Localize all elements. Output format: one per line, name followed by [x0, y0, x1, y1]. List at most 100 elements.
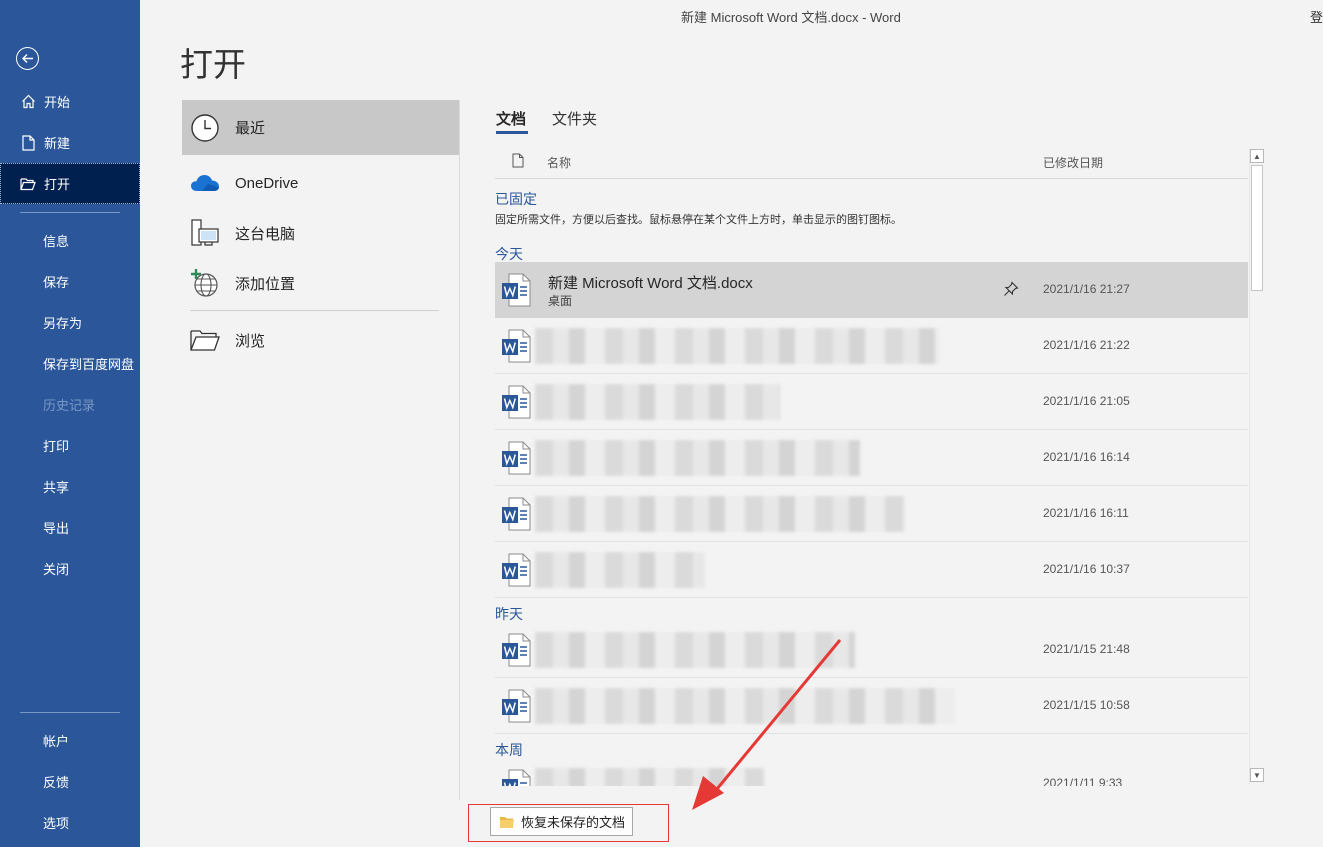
- recover-unsaved-documents-button[interactable]: 恢复未保存的文档: [490, 807, 633, 836]
- redacted-file-name: [535, 328, 940, 364]
- location-browse[interactable]: 浏览: [182, 315, 459, 365]
- clock-icon: [189, 112, 221, 144]
- nav-save[interactable]: 保存: [0, 261, 140, 302]
- file-row[interactable]: 2021/1/15 21:48: [495, 622, 1248, 678]
- tab-folders[interactable]: 文件夹: [552, 108, 597, 129]
- nav-history-label: 历史记录: [43, 398, 96, 413]
- open-folder-icon: [20, 176, 36, 192]
- nav-new[interactable]: 新建: [0, 122, 140, 163]
- file-row[interactable]: 2021/1/15 10:58: [495, 678, 1248, 734]
- nav-export[interactable]: 导出: [0, 507, 140, 548]
- location-this-pc-label: 这台电脑: [235, 225, 296, 243]
- nav-info[interactable]: 信息: [0, 220, 140, 261]
- redacted-file-name: [535, 768, 765, 786]
- nav-save-as-label: 另存为: [43, 316, 83, 331]
- globe-add-icon: [189, 267, 221, 299]
- home-icon: [20, 94, 36, 110]
- file-date: 2021/1/16 16:11: [1043, 506, 1129, 520]
- scroll-up-button[interactable]: ▲: [1250, 149, 1264, 163]
- file-row[interactable]: 2021/1/16 16:14: [495, 430, 1248, 486]
- file-date: 2021/1/16 21:05: [1043, 394, 1130, 408]
- nav-open[interactable]: 打开: [0, 163, 140, 204]
- file-date: 2021/1/16 21:22: [1043, 338, 1130, 352]
- redacted-file-name: [535, 496, 905, 532]
- nav-print[interactable]: 打印: [0, 425, 140, 466]
- folder-icon: [189, 324, 221, 356]
- nav-save-baidu[interactable]: 保存到百度网盘: [0, 343, 140, 384]
- file-row[interactable]: 2021/1/11 9:33: [495, 758, 1248, 786]
- nav-feedback-label: 反馈: [43, 775, 70, 790]
- onedrive-cloud-icon: [189, 167, 221, 199]
- word-document-icon: [501, 497, 531, 531]
- nav-share-label: 共享: [43, 480, 70, 495]
- file-date: 2021/1/16 10:37: [1043, 562, 1130, 576]
- file-row[interactable]: 2021/1/16 16:11: [495, 486, 1248, 542]
- nav-options[interactable]: 选项: [0, 802, 140, 843]
- nav-account-label: 帐户: [43, 734, 70, 749]
- column-name-header[interactable]: 名称: [547, 154, 571, 171]
- file-row[interactable]: 2021/1/16 10:37: [495, 542, 1248, 598]
- back-arrow-icon: [22, 54, 33, 63]
- scroll-down-button[interactable]: ▼: [1250, 768, 1264, 782]
- file-name: 新建 Microsoft Word 文档.docx: [548, 275, 753, 292]
- recover-unsaved-documents-label: 恢复未保存的文档: [521, 815, 626, 830]
- word-document-icon: [501, 633, 531, 667]
- page-title: 打开: [180, 46, 246, 83]
- nav-save-baidu-label: 保存到百度网盘: [43, 357, 135, 372]
- file-list-header: 名称 已修改日期: [495, 148, 1248, 179]
- file-date: 2021/1/15 10:58: [1043, 698, 1130, 712]
- pin-icon[interactable]: [1003, 281, 1019, 297]
- nav-save-label: 保存: [43, 275, 70, 290]
- group-today: 今天: [495, 246, 523, 262]
- nav-save-as[interactable]: 另存为: [0, 302, 140, 343]
- file-type-icon: [512, 153, 524, 171]
- sidebar-divider: [20, 212, 120, 213]
- nav-new-label: 新建: [44, 136, 71, 151]
- nav-share[interactable]: 共享: [0, 466, 140, 507]
- sign-in-link[interactable]: 登: [1310, 7, 1323, 26]
- pinned-hint: 固定所需文件，方便以后查找。鼠标悬停在某个文件上方时，单击显示的图钉图标。: [495, 214, 902, 226]
- word-document-icon: [501, 273, 531, 307]
- location-browse-label: 浏览: [235, 332, 266, 350]
- back-button[interactable]: [16, 47, 39, 70]
- tab-documents[interactable]: 文档: [496, 108, 526, 129]
- nav-options-label: 选项: [43, 816, 70, 831]
- file-row[interactable]: 2021/1/16 21:05: [495, 374, 1248, 430]
- nav-account[interactable]: 帐户: [0, 720, 140, 761]
- sidebar-divider: [20, 712, 120, 713]
- computer-icon: [189, 217, 221, 249]
- word-document-icon: [501, 689, 531, 723]
- location-this-pc[interactable]: 这台电脑: [182, 208, 459, 258]
- scrollbar-thumb[interactable]: [1251, 165, 1263, 291]
- location-recent-label: 最近: [235, 120, 266, 137]
- nav-feedback[interactable]: 反馈: [0, 761, 140, 802]
- word-document-icon: [501, 553, 531, 587]
- location-add-place[interactable]: 添加位置: [182, 258, 459, 308]
- redacted-file-name: [535, 440, 860, 476]
- file-row[interactable]: 新建 Microsoft Word 文档.docx 桌面 2021/1/16 2…: [495, 262, 1248, 318]
- location-divider: [190, 310, 439, 311]
- window-title: 新建 Microsoft Word 文档.docx - Word: [681, 10, 901, 25]
- location-recent[interactable]: 最近: [182, 100, 459, 155]
- nav-open-label: 打开: [44, 177, 71, 192]
- nav-close-label: 关闭: [43, 562, 70, 577]
- file-date: 2021/1/15 21:48: [1043, 642, 1130, 656]
- nav-close[interactable]: 关闭: [0, 548, 140, 589]
- file-date: 2021/1/16 16:14: [1043, 450, 1130, 464]
- backstage-sidebar: 开始 新建 打开 信息 保存 另存为 保存到百度网盘 历史记录 打印 共享 导出…: [0, 0, 140, 847]
- location-onedrive-label: OneDrive: [235, 174, 299, 192]
- new-document-icon: [20, 134, 36, 151]
- word-document-icon: [501, 329, 531, 363]
- location-onedrive[interactable]: OneDrive: [182, 158, 459, 208]
- location-add-place-label: 添加位置: [235, 275, 296, 293]
- folder-icon: [499, 815, 515, 829]
- file-row[interactable]: 2021/1/16 21:22: [495, 318, 1248, 374]
- column-date-header[interactable]: 已修改日期: [1043, 154, 1103, 171]
- file-date: 2021/1/16 21:27: [1043, 282, 1130, 296]
- redacted-file-name: [535, 552, 705, 588]
- group-this-week: 本周: [495, 742, 523, 758]
- nav-home[interactable]: 开始: [0, 81, 140, 122]
- word-document-icon: [501, 769, 531, 786]
- word-document-icon: [501, 385, 531, 419]
- nav-print-label: 打印: [43, 439, 70, 454]
